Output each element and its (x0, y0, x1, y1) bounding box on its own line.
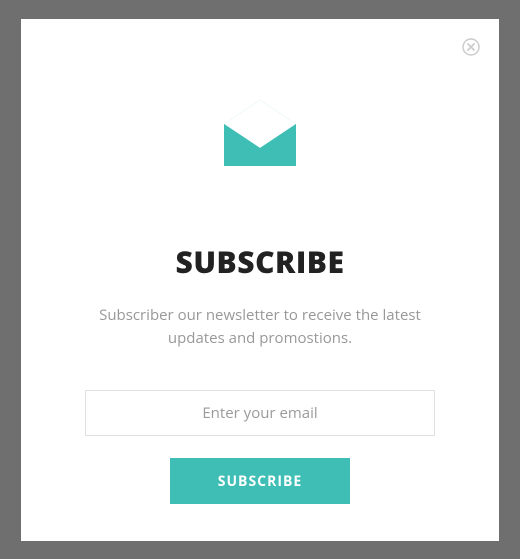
close-icon (462, 38, 480, 56)
subscribe-modal: SUBSCRIBE Subscriber our newsletter to r… (21, 19, 499, 541)
subscribe-button[interactable]: SUBSCRIBE (170, 458, 350, 504)
email-input[interactable] (85, 390, 435, 436)
envelope-icon (214, 84, 306, 181)
modal-title: SUBSCRIBE (71, 241, 449, 282)
close-button[interactable] (461, 37, 481, 57)
modal-subtitle: Subscriber our newsletter to receive the… (71, 304, 449, 351)
